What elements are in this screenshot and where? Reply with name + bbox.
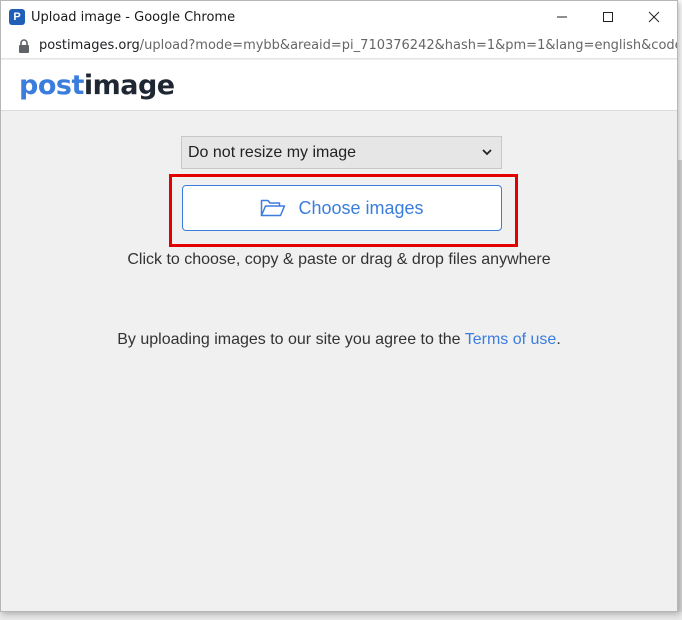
- postimage-app-icon: P: [9, 9, 25, 25]
- minimize-button[interactable]: [539, 1, 585, 33]
- upload-hint: Click to choose, copy & paste or drag & …: [127, 251, 551, 268]
- background-page: [678, 160, 682, 620]
- popup-window: P Upload image - Google Chrome postimage…: [0, 0, 678, 612]
- url-text: postimages.org/upload?mode=mybb&areaid=p…: [39, 38, 677, 53]
- choose-images-button[interactable]: Choose images: [182, 185, 502, 231]
- choose-images-label: Choose images: [298, 197, 424, 218]
- resize-select[interactable]: Do not resize my image: [181, 136, 502, 169]
- site-header: postimage: [1, 60, 677, 111]
- close-button[interactable]: [631, 1, 677, 33]
- terms-notice: By uploading images to our site you agre…: [1, 331, 677, 349]
- lock-icon[interactable]: [17, 38, 31, 54]
- background-page-bottom: [0, 612, 682, 620]
- logo-post: post: [19, 69, 84, 101]
- address-bar[interactable]: postimages.org/upload?mode=mybb&areaid=p…: [1, 33, 677, 59]
- chevron-down-icon: [482, 149, 492, 156]
- postimage-logo[interactable]: postimage: [19, 70, 175, 101]
- maximize-icon: [603, 12, 613, 22]
- title-bar: P Upload image - Google Chrome: [1, 1, 677, 33]
- folder-open-icon: [261, 199, 286, 217]
- minimize-icon: [557, 16, 567, 18]
- maximize-button[interactable]: [585, 1, 631, 33]
- logo-image: image: [83, 69, 175, 101]
- url-domain: postimages.org: [38, 38, 140, 53]
- url-path: /upload?mode=mybb&areaid=pi_710376242&ha…: [139, 38, 677, 53]
- terms-prefix: By uploading images to our site you agre…: [117, 331, 465, 348]
- terms-suffix: .: [556, 331, 561, 348]
- resize-select-value: Do not resize my image: [188, 143, 357, 161]
- terms-of-use-link[interactable]: Terms of use: [465, 331, 557, 348]
- upload-panel: Do not resize my image Choose images Cli…: [1, 112, 677, 612]
- window-controls: [539, 1, 677, 33]
- close-icon: [648, 11, 660, 23]
- window-title: Upload image - Google Chrome: [31, 9, 236, 25]
